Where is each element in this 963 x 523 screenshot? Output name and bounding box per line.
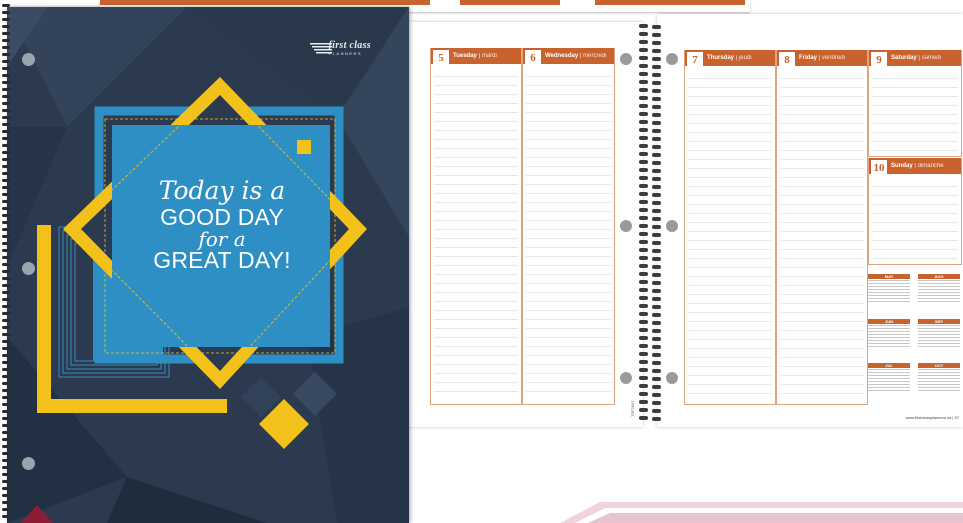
day-number: 9 xyxy=(871,52,887,68)
spiral-binding xyxy=(620,24,678,421)
day-header: 8 Friday | vendredi xyxy=(777,50,867,68)
mini-calendar-month: JUL xyxy=(868,363,910,368)
day-name: Wednesday xyxy=(545,53,579,59)
mini-calendar: JUN xyxy=(868,319,910,347)
day-name: Friday xyxy=(799,55,818,61)
footer: www.firstclassplanners.ca | 97 xyxy=(905,415,959,420)
day-name: Thursday xyxy=(707,55,735,61)
day-name-french: mardi xyxy=(481,53,497,59)
mini-calendar-month: MAY xyxy=(868,274,910,279)
day-name-french: samedi xyxy=(921,55,941,61)
mini-calendar-month: AUG xyxy=(918,274,960,279)
day-number: 5 xyxy=(433,50,449,66)
day-header: 9 Saturday | samedi xyxy=(869,50,961,68)
day-column-sunday: 10 Sunday | dimanche xyxy=(868,158,962,265)
writing-lines xyxy=(872,178,958,260)
writing-lines xyxy=(526,68,611,400)
brand-logo: first class PLANNERS xyxy=(329,40,371,56)
mini-calendar: AUG xyxy=(918,274,960,302)
day-header: 6 Wednesday | mercredi xyxy=(523,48,614,66)
day-column-tuesday: 5 Tuesday | mardi xyxy=(430,48,522,405)
day-number: 8 xyxy=(779,52,795,68)
cover-slogan: Today is a GOOD DAY for a GREAT DAY! xyxy=(122,177,322,273)
day-header: 5 Tuesday | mardi xyxy=(431,48,521,66)
pink-planner-corner xyxy=(560,502,963,523)
day-header: 10 Sunday | dimanche xyxy=(869,158,961,176)
mini-calendar: MAY xyxy=(868,274,910,302)
product-photo: 5 Tuesday | mardi 6 Wednesday | mercredi… xyxy=(0,0,963,523)
slogan-line-4: GREAT DAY! xyxy=(153,247,291,273)
slogan-line-1: Today is a xyxy=(158,176,286,205)
mini-calendar: JUL xyxy=(868,363,910,391)
writing-lines xyxy=(780,70,864,400)
day-number: 6 xyxy=(525,50,541,66)
cover-spiral-binding xyxy=(2,4,10,518)
day-column-friday: 8 Friday | vendredi xyxy=(776,50,868,405)
day-name-french: jeudi xyxy=(738,55,752,61)
day-name: Sunday xyxy=(891,163,913,169)
day-name-french: mercredi xyxy=(583,53,607,59)
day-number: 7 xyxy=(687,52,703,68)
writing-lines xyxy=(688,70,772,400)
day-number: 10 xyxy=(871,160,887,176)
planner-right-page: 7 Thursday | jeudi 8 Friday | vendredi 9… xyxy=(657,14,963,427)
mini-calendar: OCT xyxy=(918,363,960,391)
writing-lines xyxy=(434,68,518,400)
brand-subtitle: PLANNERS xyxy=(328,51,363,56)
binder-hole xyxy=(22,262,35,275)
day-name: Saturday xyxy=(891,55,917,61)
day-column-thursday: 7 Thursday | jeudi xyxy=(684,50,776,405)
mini-calendar: SEP xyxy=(918,319,960,347)
planner-left-page: 5 Tuesday | mardi 6 Wednesday | mercredi… xyxy=(400,22,643,427)
slogan-line-3: for a xyxy=(198,227,246,251)
binder-hole xyxy=(22,457,35,470)
mini-calendar-month: OCT xyxy=(918,363,960,368)
footer-url: www.firstclassplanners.ca xyxy=(905,415,952,420)
planner-cover: first class PLANNERS Today is a GOOD DAY… xyxy=(7,7,409,523)
day-column-wednesday: 6 Wednesday | mercredi xyxy=(522,48,615,405)
mini-calendar-month: JUN xyxy=(868,319,910,324)
binder-hole xyxy=(22,53,35,66)
brand-lines-icon xyxy=(310,43,332,54)
day-name-french: dimanche xyxy=(917,163,944,169)
day-column-saturday: 9 Saturday | samedi xyxy=(868,50,962,157)
day-name: Tuesday xyxy=(453,53,477,59)
mini-calendar-month: SEP xyxy=(918,319,960,324)
brand-name: first class xyxy=(328,40,371,51)
writing-lines xyxy=(872,70,958,152)
day-header: 7 Thursday | jeudi xyxy=(685,50,775,68)
page-number: 97 xyxy=(954,415,959,420)
day-name-french: vendredi xyxy=(821,55,845,61)
